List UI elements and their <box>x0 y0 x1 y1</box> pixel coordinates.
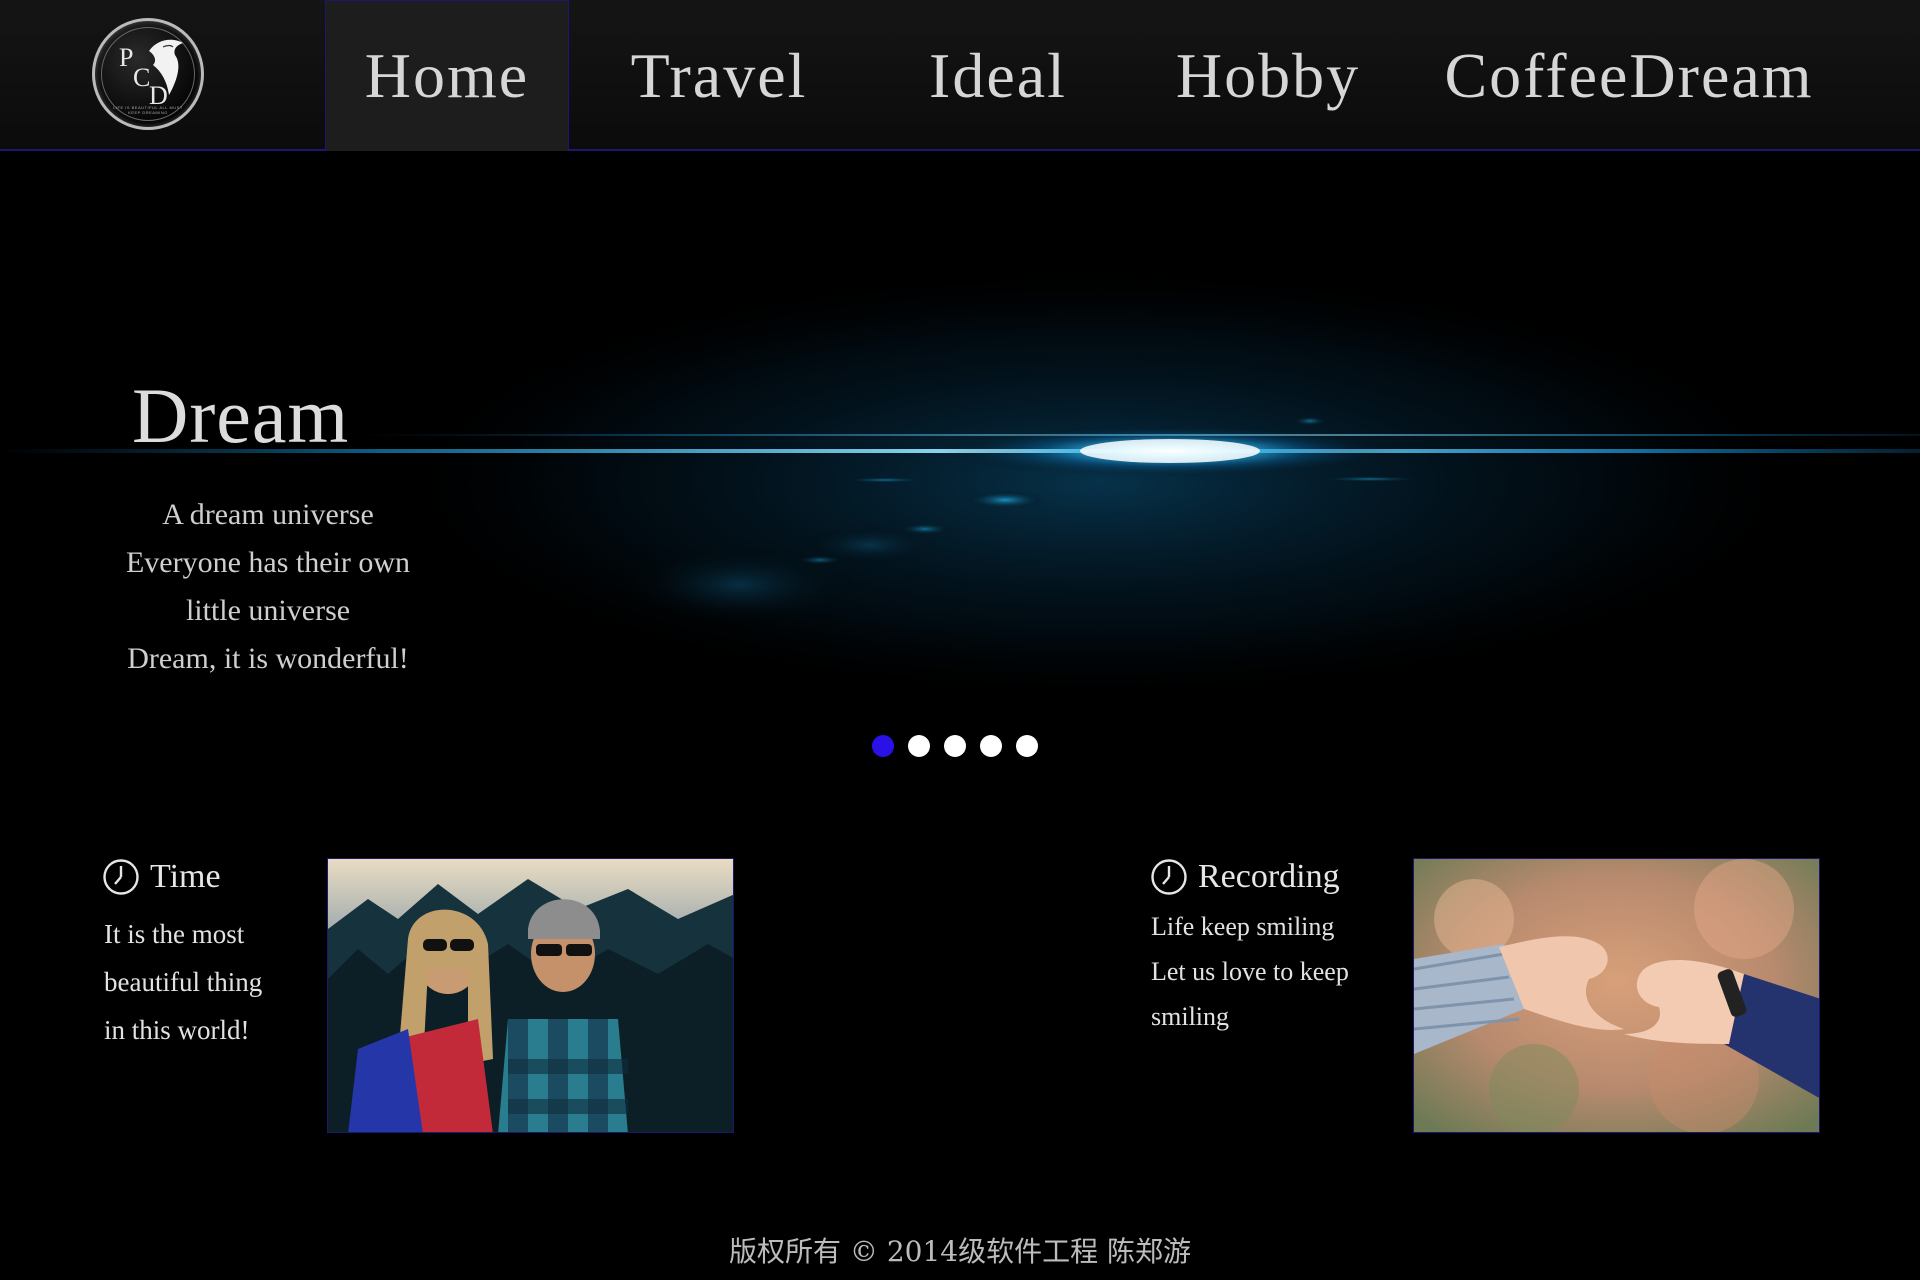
logo-ring-text: LIFE IS BEAUTIFUL ALL MUST KEEP DREAMING <box>113 105 183 115</box>
hero-line: Everyone has their own <box>125 546 411 579</box>
slider-dot-3[interactable] <box>944 735 966 757</box>
bird-icon <box>149 39 183 95</box>
hero-line: A dream universe <box>162 498 374 531</box>
slider-dot-1[interactable] <box>872 735 894 757</box>
time-description: It is the most beautiful thing in this w… <box>104 910 262 1054</box>
recording-title: Recording <box>1198 858 1340 895</box>
light-flare-graphic <box>0 263 1920 703</box>
slider-dot-4[interactable] <box>980 735 1002 757</box>
site-logo[interactable]: P C D LIFE IS BEAUTIFUL ALL MUST KEEP DR… <box>92 18 204 130</box>
nav-item-travel[interactable]: Travel <box>569 0 869 151</box>
clock-icon <box>103 859 139 895</box>
time-line: in this world! <box>104 1015 250 1045</box>
heart-hands-photo[interactable] <box>1413 858 1820 1133</box>
slider-pagination <box>872 735 1038 757</box>
hero-title: Dream <box>132 372 350 459</box>
footer-copyright: 版权所有 © 2014级软件工程 陈郑游 <box>729 1235 1191 1268</box>
couple-photo-image <box>328 859 733 1132</box>
recording-heading: Recording <box>1150 858 1340 896</box>
couple-photo[interactable] <box>327 858 734 1133</box>
recording-line: Life keep smiling <box>1151 912 1335 941</box>
recording-line: Let us love to keep <box>1151 957 1349 986</box>
heart-hands-photo-image <box>1414 859 1819 1132</box>
nav-item-home[interactable]: Home <box>325 0 569 151</box>
time-heading: Time <box>102 858 221 896</box>
clock-icon <box>1151 859 1187 895</box>
hero-banner: Dream A dream universe Everyone has thei… <box>0 153 1920 793</box>
nav-item-ideal[interactable]: Ideal <box>869 0 1127 151</box>
nav-item-coffeedream[interactable]: CoffeeDream <box>1409 0 1849 151</box>
time-title: Time <box>150 858 221 895</box>
main-nav: Home Travel Ideal Hobby CoffeeDream <box>325 0 1849 151</box>
hero-line: Dream, it is wonderful! <box>127 642 409 675</box>
top-navbar: P C D LIFE IS BEAUTIFUL ALL MUST KEEP DR… <box>0 0 1920 151</box>
slider-dot-2[interactable] <box>908 735 930 757</box>
hero-description: A dream universe Everyone has their own … <box>90 491 446 683</box>
time-line: It is the most <box>104 919 245 949</box>
logo-letter-p: P <box>119 43 134 72</box>
slider-dot-5[interactable] <box>1016 735 1038 757</box>
recording-description: Life keep smiling Let us love to keep sm… <box>1151 904 1349 1039</box>
recording-line: smiling <box>1151 1002 1230 1031</box>
hero-line: little universe <box>185 594 351 627</box>
nav-item-hobby[interactable]: Hobby <box>1127 0 1409 151</box>
time-line: beautiful thing <box>104 967 263 997</box>
